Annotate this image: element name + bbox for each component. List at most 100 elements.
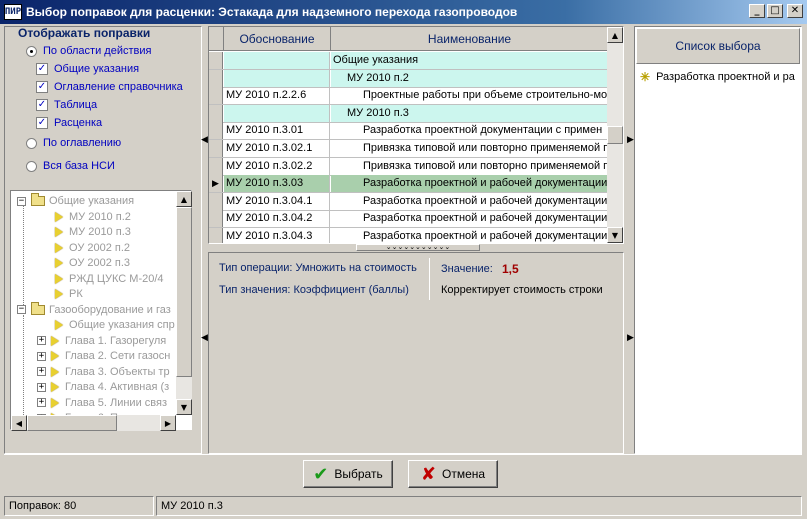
tree-scroll-left-button[interactable]: ◀ (11, 415, 27, 431)
radio-by-scope[interactable]: По области действия (26, 43, 151, 59)
check-general[interactable]: ✓ Общие указания (36, 61, 139, 77)
grid-scroll-down-button[interactable]: ▼ (607, 227, 623, 243)
tree-hscroll-thumb[interactable] (27, 415, 117, 431)
minimize-button[interactable]: _ (749, 4, 765, 18)
arrow-icon (51, 382, 59, 392)
grid-row[interactable]: МУ 2010 п.2.2.6 Проектные работы при объе… (209, 87, 609, 106)
arrow-icon (55, 273, 63, 284)
value-description: Корректирует стоимость строки (441, 284, 603, 296)
right-splitter-arrow-top[interactable]: ▶ (627, 134, 634, 145)
tree-item[interactable]: РК (55, 286, 83, 302)
collapse-icon[interactable]: − (17, 305, 26, 314)
grid-row[interactable]: МУ 2010 п.3.01 Разработка проектной докум… (209, 122, 609, 141)
arrow-icon (51, 335, 59, 346)
cell-name: Проектные работы при объеме строительно-… (363, 89, 608, 102)
cell-name: Привязка типовой или повторно применяемо… (363, 142, 609, 154)
grid-scroll-up-button[interactable]: ▲ (607, 27, 623, 43)
tree-item[interactable]: + Глава 1. Газорегуля (37, 333, 166, 349)
cancel-button-label: Отмена (442, 467, 486, 481)
left-splitter-arrow-top[interactable]: ◀ (201, 134, 208, 145)
tree-item-label: ОУ 2002 п.3 (69, 257, 131, 269)
tree-item[interactable]: РЖД ЦУКС М-20/4 (55, 271, 164, 287)
selection-item[interactable]: ✳ Разработка проектной и ра (640, 70, 800, 84)
cancel-button[interactable]: ✘ Отмена (408, 460, 498, 488)
check-toc[interactable]: ✓ Оглавление справочника (36, 79, 183, 95)
row-indicator (209, 52, 223, 69)
tree-item-label: Глава 1. Газорегуля (65, 334, 167, 347)
expand-icon[interactable]: + (37, 367, 46, 376)
radio-by-toc[interactable]: По оглавлению (26, 135, 121, 151)
arrow-icon (55, 242, 63, 253)
grid-row[interactable]: МУ 2010 п.3.02.2 Привязка типовой или пов… (209, 157, 609, 176)
grid-header-basis[interactable]: Обоснование (224, 27, 331, 51)
check-rate[interactable]: ✓ Расценка (36, 115, 102, 131)
grid-row[interactable]: МУ 2010 п.3.02.1 Привязка типовой или пов… (209, 140, 609, 158)
cell-name: Разработка проектной и рабочей документа… (363, 230, 608, 242)
cross-icon: ✘ (420, 463, 437, 485)
check-label: Таблица (54, 99, 98, 111)
radio-off-icon (26, 137, 37, 149)
selection-panel (634, 26, 802, 454)
grid-group-row[interactable]: МУ 2010 п.2 (209, 69, 609, 88)
tree-item[interactable]: + Глава 5. Линии связ (37, 395, 167, 411)
selection-header-label: Список выбора (675, 39, 761, 53)
arrow-icon (51, 351, 59, 361)
grid-header-name[interactable]: Наименование (331, 27, 609, 51)
grid-row[interactable]: ▶ МУ 2010 п.3.03 Разработка проектной и ра… (209, 175, 609, 194)
checkmark-icon: ✓ (36, 99, 48, 111)
title-bar[interactable]: ПИР Выбор поправок для расценки: Эстакад… (0, 0, 807, 24)
radio-all-base[interactable]: Вся база НСИ (26, 158, 115, 174)
grid-scroll-thumb[interactable] (607, 126, 623, 144)
tree-item-label: РЖД ЦУКС М-20/4 (69, 272, 164, 285)
cell-name: Привязка типовой или повторно применяемо… (363, 159, 609, 172)
tree-item[interactable]: − Газооборудование и газ (17, 301, 171, 318)
right-splitter-arrow-bottom[interactable]: ▶ (627, 332, 634, 343)
grid-row[interactable]: МУ 2010 п.3.04.3 Разработка проектной и р… (209, 228, 609, 243)
close-button[interactable]: ✕ (787, 4, 803, 18)
tree-item-label: Глава 2. Сети газосн (65, 350, 171, 362)
corrections-grid[interactable]: Обоснование Наименование Общие указания М… (208, 26, 624, 244)
cell-basis: МУ 2010 п.3.04.1 (224, 192, 330, 210)
cell-basis (224, 52, 330, 69)
grid-group-row[interactable]: Общие указания (209, 52, 609, 70)
tree-item[interactable]: МУ 2010 п.2 (55, 209, 131, 225)
select-button[interactable]: ✔ Выбрать (303, 460, 393, 488)
collapse-icon[interactable]: − (17, 196, 26, 206)
cell-basis: МУ 2010 п.2.2.6 (224, 87, 330, 105)
radio-on-icon (26, 45, 37, 57)
tree-item[interactable]: ОУ 2002 п.2 (55, 240, 130, 256)
tree-scroll-down-button[interactable]: ▼ (176, 399, 192, 415)
nsi-tree[interactable]: − Общие указания МУ 2010 п.2 МУ 2010 п.3 ОУ … (10, 190, 192, 430)
expand-icon[interactable]: + (37, 351, 46, 361)
tree-item[interactable]: + Глава 3. Объекты тр (37, 364, 170, 380)
row-indicator (209, 192, 223, 210)
tree-item-label: Общие указания спр (69, 319, 175, 331)
grid-row[interactable]: МУ 2010 п.3.04.2 Разработка проектной и р… (209, 210, 609, 229)
tree-item-label: Глава 3. Объекты тр (65, 365, 170, 378)
grid-group-row[interactable]: МУ 2010 п.3 (209, 104, 609, 123)
tree-scroll-thumb[interactable] (176, 207, 192, 377)
tree-item-label: ОУ 2002 п.2 (69, 241, 131, 254)
grid-splitter-handle[interactable]: ⌄⌄⌄⌄⌄⌄⌄⌄⌄⌄⌄ (356, 244, 480, 251)
tree-item[interactable]: + Глава 2. Сети газосн (37, 348, 170, 364)
left-splitter-arrow-bottom[interactable]: ◀ (201, 332, 208, 343)
expand-icon[interactable]: + (37, 336, 46, 345)
expand-icon[interactable]: + (37, 382, 46, 392)
check-table[interactable]: ✓ Таблица (36, 97, 97, 113)
cell-name: Разработка проектной документации с прим… (363, 124, 603, 137)
row-indicator (209, 87, 223, 105)
radio-label: По оглавлению (43, 137, 122, 149)
tree-scroll-right-button[interactable]: ▶ (160, 415, 176, 431)
tree-item[interactable]: − Общие указания (17, 193, 134, 209)
tree-item[interactable]: Общие указания спр (55, 317, 175, 333)
expand-icon[interactable]: + (37, 398, 46, 407)
status-current: МУ 2010 п.3 (156, 496, 802, 516)
grid-row[interactable]: МУ 2010 п.3.04.1 Разработка проектной и р… (209, 192, 609, 211)
checkmark-icon: ✓ (36, 63, 48, 75)
maximize-button[interactable]: □ (767, 4, 783, 18)
tree-item[interactable]: ОУ 2002 п.3 (55, 255, 130, 271)
tree-item[interactable]: МУ 2010 п.3 (55, 224, 131, 240)
cell-name: Разработка проектной и рабочей документа… (363, 194, 608, 207)
tree-item[interactable]: + Глава 4. Активная (з (37, 379, 169, 395)
tree-scroll-up-button[interactable]: ▲ (176, 191, 192, 207)
